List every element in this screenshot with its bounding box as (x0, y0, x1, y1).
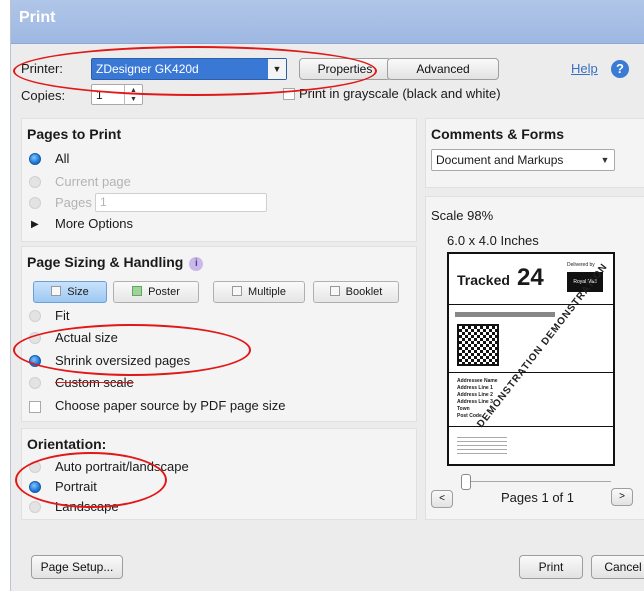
printer-label: Printer: (21, 61, 63, 76)
radio-auto-orientation[interactable] (29, 461, 41, 473)
copies-stepper[interactable]: 1 ▲ ▼ (91, 84, 143, 105)
next-page-button[interactable]: > (611, 488, 633, 506)
return-address (457, 434, 507, 454)
window-title: Print (19, 9, 56, 26)
radio-pages-label: Pages (55, 195, 92, 210)
radio-custom-scale[interactable] (29, 377, 41, 389)
chevron-down-icon: ▼ (600, 155, 610, 165)
prev-page-button[interactable]: < (431, 490, 453, 508)
radio-pages[interactable] (29, 197, 41, 209)
radio-all-label: All (55, 151, 70, 166)
info-icon[interactable]: i (189, 257, 204, 271)
properties-button[interactable]: Properties (299, 58, 391, 80)
radio-fit[interactable] (29, 310, 41, 322)
print-dialog: Print Printer: ZDesigner GK420d ▼ Proper… (10, 0, 644, 591)
label-preview: Tracked 24 Delivered by Royal Mail Addre… (447, 252, 615, 466)
orientation-title: Orientation: (27, 436, 107, 452)
copies-value: 1 (96, 88, 103, 102)
radio-portrait[interactable] (29, 481, 41, 493)
grayscale-label: Print in grayscale (black and white) (299, 86, 501, 101)
pages-to-print-title: Pages to Print (27, 126, 122, 142)
comments-forms-value: Document and Markups (436, 153, 564, 167)
radio-portrait-label: Portrait (55, 479, 97, 494)
radio-all[interactable] (29, 153, 41, 165)
size-icon (51, 286, 62, 296)
delivered-by: Delivered by (567, 262, 595, 268)
label-divider (449, 426, 613, 427)
grayscale-checkbox[interactable] (283, 88, 295, 100)
comments-forms-select[interactable]: Document and Markups ▼ (431, 149, 615, 171)
radio-current-page[interactable] (29, 176, 41, 188)
radio-landscape[interactable] (29, 501, 41, 513)
radio-current-page-label: Current page (55, 174, 131, 189)
multiple-icon (232, 286, 243, 296)
tab-size[interactable]: Size (33, 281, 107, 303)
advanced-button[interactable]: Advanced (387, 58, 499, 80)
label-divider (449, 372, 613, 373)
label-divider (449, 304, 613, 305)
label-heading: Tracked (457, 272, 510, 288)
tracking-number (455, 312, 555, 317)
tab-poster[interactable]: Poster (113, 281, 199, 303)
chevron-down-icon: ▼ (268, 59, 286, 79)
label-service: 24 (517, 264, 544, 291)
paper-source-label: Choose paper source by PDF page size (55, 398, 286, 413)
booklet-icon (329, 286, 340, 296)
radio-landscape-label: Landscape (55, 499, 119, 514)
stepper-arrows-icon[interactable]: ▲ ▼ (124, 85, 142, 105)
page-sizing-title: Page Sizing & Handling i (27, 254, 204, 271)
expand-triangle-icon[interactable]: ▶ (31, 219, 39, 230)
printer-select[interactable]: ZDesigner GK420d ▼ (91, 58, 287, 80)
page-setup-button[interactable]: Page Setup... (31, 555, 123, 579)
print-button[interactable]: Print (519, 555, 583, 579)
radio-auto-orientation-label: Auto portrait/landscape (55, 459, 189, 474)
preview-scale: Scale 98% (431, 208, 494, 223)
radio-actual-size[interactable] (29, 332, 41, 344)
preview-dimensions: 6.0 x 4.0 Inches (447, 233, 539, 248)
radio-shrink-oversized-label: Shrink oversized pages (55, 353, 191, 368)
pages-count: Pages 1 of 1 (501, 490, 574, 505)
help-link[interactable]: Help (571, 61, 598, 76)
page-slider-thumb[interactable] (461, 474, 471, 490)
paper-source-checkbox[interactable] (29, 401, 41, 413)
more-options-link[interactable]: More Options (55, 216, 133, 231)
radio-fit-label: Fit (55, 308, 70, 323)
radio-actual-size-label: Actual size (55, 330, 118, 345)
copies-label: Copies: (21, 88, 66, 103)
radio-custom-scale-label: Custom scale (55, 375, 134, 390)
comments-forms-title: Comments & Forms (431, 126, 565, 142)
pages-range-input[interactable]: 1 (95, 193, 267, 212)
help-icon[interactable]: ? (611, 60, 629, 78)
tab-multiple[interactable]: Multiple (213, 281, 305, 303)
cancel-button[interactable]: Cancel (591, 555, 644, 579)
printer-select-value: ZDesigner GK420d (96, 62, 199, 76)
title-bar: Print (11, 0, 644, 44)
tab-booklet[interactable]: Booklet (313, 281, 399, 303)
poster-icon (132, 286, 143, 296)
page-slider-track[interactable] (463, 481, 611, 482)
barcode-2d (457, 324, 499, 366)
radio-shrink-oversized[interactable] (29, 355, 41, 367)
